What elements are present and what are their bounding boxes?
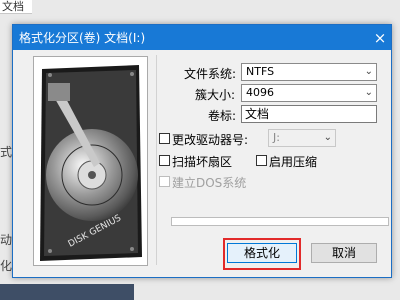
- change-drive-letter-checkbox[interactable]: [159, 133, 170, 144]
- dialog-title: 格式化分区(卷) 文档(I:): [19, 31, 146, 45]
- filesystem-label: 文件系统:: [184, 67, 237, 81]
- background-tab: 文档: [0, 0, 32, 14]
- enable-compression-checkbox[interactable]: [256, 155, 267, 166]
- volume-label-label: 卷标:: [208, 109, 237, 123]
- format-dialog: 格式化分区(卷) 文档(I:) × DISK GENIUS 文件系统: NTFS…: [12, 24, 392, 278]
- create-dos-checkbox[interactable]: [159, 176, 170, 187]
- drive-letter-select[interactable]: J: ⌄: [268, 129, 336, 147]
- cluster-size-select[interactable]: 4096 ⌄: [241, 84, 377, 102]
- background-dark-panel: [0, 284, 134, 300]
- cluster-size-label: 簇大小:: [195, 88, 236, 102]
- cancel-button[interactable]: 取消: [311, 243, 377, 263]
- scan-bad-sectors-label: 扫描坏扇区: [172, 155, 233, 169]
- close-icon[interactable]: ×: [369, 29, 391, 47]
- create-dos-label: 建立DOS系统: [172, 176, 247, 190]
- hard-disk-image: DISK GENIUS: [33, 56, 148, 266]
- scan-bad-sectors-checkbox[interactable]: [159, 155, 170, 166]
- filesystem-value: NTFS: [246, 65, 275, 78]
- cluster-size-value: 4096: [246, 86, 274, 99]
- chevron-down-icon: ⌄: [364, 87, 373, 98]
- chevron-down-icon: ⌄: [364, 66, 373, 77]
- chevron-down-icon: ⌄: [323, 132, 332, 143]
- drive-letter-value: J:: [273, 131, 280, 144]
- enable-compression-label: 启用压缩: [269, 155, 318, 169]
- dialog-titlebar: 格式化分区(卷) 文档(I:) ×: [13, 25, 391, 50]
- format-button-highlight: [223, 238, 301, 270]
- volume-label-input[interactable]: 文档: [241, 105, 377, 123]
- filesystem-select[interactable]: NTFS ⌄: [241, 63, 377, 81]
- vertical-separator: [156, 55, 157, 265]
- progress-bar: [171, 217, 389, 226]
- change-drive-letter-label: 更改驱动器号:: [172, 133, 249, 147]
